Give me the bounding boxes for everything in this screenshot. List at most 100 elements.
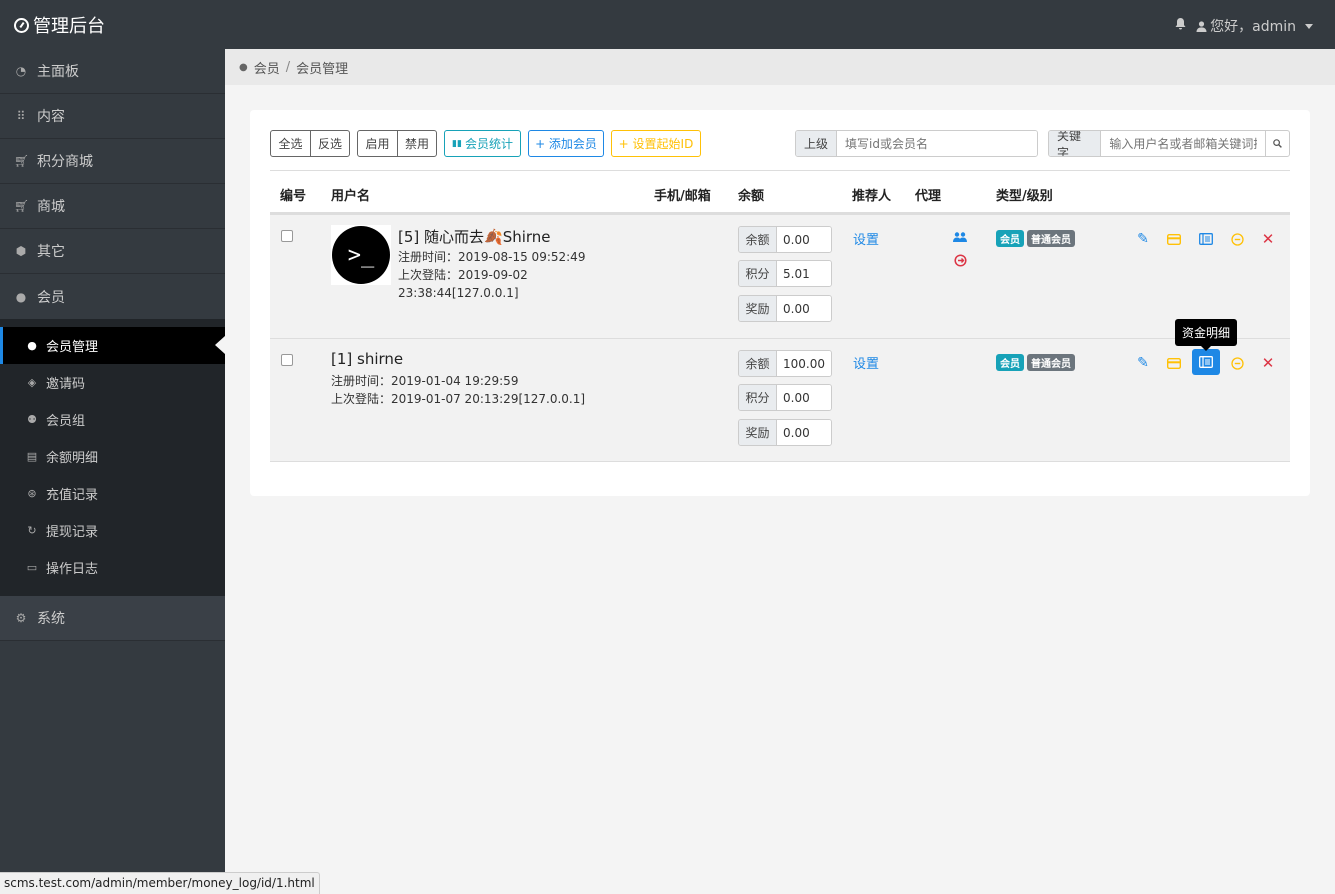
disable-button[interactable]: 禁用 [397, 130, 437, 157]
parent-filter-group: 上级 [795, 130, 1038, 157]
breadcrumb-separator: / [285, 59, 291, 75]
top-navbar: 管理后台 您好，admin [0, 0, 1335, 49]
sidebar-item-label: 系统 [37, 611, 65, 627]
money-log-button[interactable] [1192, 227, 1220, 251]
tooltip-money-log: 资金明细 [1175, 319, 1238, 351]
sidebar-item-dashboard[interactable]: ◔ 主面板 [0, 49, 225, 94]
points-field: 积分 0.00 [738, 384, 832, 411]
enable-button[interactable]: 启用 [357, 130, 398, 157]
sidebar-item-points-mall[interactable]: 🛒︎ 积分商城 [0, 139, 225, 184]
edit-button[interactable]: ✎ [1129, 227, 1157, 251]
sidebar-item-content[interactable]: ⠿ 内容 [0, 94, 225, 139]
cart-icon: 🛒︎ [14, 199, 30, 213]
person-icon [1196, 20, 1207, 32]
sidebar-subitem-recharge[interactable]: ⊛ 充值记录 [0, 475, 225, 512]
member-stats-label: 会员统计 [464, 137, 513, 151]
sidebar-item-label: 主面板 [37, 64, 79, 80]
col-contact: 手机/邮箱 [654, 189, 711, 204]
col-referrer: 推荐人 [852, 189, 892, 204]
set-referrer-link[interactable]: 设置 [853, 353, 879, 372]
col-balance: 余额 [738, 189, 765, 204]
bar-chart-icon: ▮▮ [452, 138, 462, 149]
delete-button[interactable]: ✕ [1254, 351, 1282, 375]
breadcrumb: ● 会员 / 会员管理 [225, 49, 1335, 85]
chevron-down-icon [1305, 23, 1313, 29]
sidebar-item-member[interactable]: ● 会员 [0, 274, 225, 319]
type-badge: 会员 [996, 230, 1024, 247]
col-agent: 代理 [915, 189, 942, 204]
card-button[interactable] [1160, 227, 1188, 251]
sidebar-item-label: 操作日志 [46, 562, 99, 577]
type-badge: 会员 [996, 354, 1024, 371]
member-list-card: 全选 反选 启用 禁用 ▮▮ 会员统计 + 添加会员 + 设置起始ID 上级 关… [250, 110, 1310, 496]
col-id: 编号 [280, 189, 307, 204]
ledger-icon: ▤ [26, 450, 38, 463]
add-member-button[interactable]: + 添加会员 [528, 130, 604, 157]
sidebar-item-label: 邀请码 [46, 377, 86, 392]
member-meta: 注册时间：2019-08-15 09:52:49 上次登陆：2019-09-02… [398, 248, 585, 302]
table-header: 编号 用户名 手机/邮箱 余额 推荐人 代理 类型/级别 [270, 170, 1290, 214]
sidebar: ◔ 主面板 ⠿ 内容 🛒︎ 积分商城 🛒︎ 商城 ⬢ 其它 ● 会员 ● 会员管… [0, 49, 225, 894]
member-stats-button[interactable]: ▮▮ 会员统计 [444, 130, 521, 157]
edit-button[interactable]: ✎ [1129, 351, 1157, 375]
row-checkbox[interactable] [281, 354, 293, 366]
parent-filter-input[interactable] [837, 131, 1037, 156]
sidebar-item-label: 会员组 [46, 414, 86, 429]
member-meta: 注册时间：2019-01-04 19:29:59 上次登陆：2019-01-07… [331, 372, 585, 408]
sidebar-subitem-invite-code[interactable]: ◈ 邀请码 [0, 364, 225, 401]
tag-icon: ◈ [27, 376, 37, 389]
keyword-search-input[interactable] [1101, 131, 1266, 156]
breadcrumb-parent[interactable]: 会员 [254, 58, 280, 77]
select-all-button[interactable]: 全选 [270, 130, 311, 157]
sidebar-subitem-member-group[interactable]: ⚉ 会员组 [0, 401, 225, 438]
clipboard-icon: ▭ [26, 561, 38, 574]
person-icon: ● [15, 289, 27, 304]
recharge-icon: ⊛ [27, 487, 37, 500]
sidebar-subitem-balance-detail[interactable]: ▤ 余额明细 [0, 438, 225, 475]
sidebar-subitem-member-management[interactable]: ● 会员管理 [0, 327, 225, 364]
balance-field: 余额 0.00 [738, 226, 832, 253]
user-menu[interactable]: 您好，admin [1196, 16, 1313, 36]
money-log-button[interactable] [1192, 349, 1220, 375]
sidebar-subitem-operation-log[interactable]: ▭ 操作日志 [0, 549, 225, 586]
sidebar-item-label: 其它 [37, 244, 65, 260]
sidebar-item-system[interactable]: ⚙ 系统 [0, 596, 225, 641]
dashboard-icon: ◔ [15, 64, 27, 78]
credit-card-icon [1167, 233, 1181, 245]
card-button[interactable] [1160, 351, 1188, 375]
withdraw-icon: ↻ [27, 524, 37, 537]
sidebar-item-label: 内容 [37, 109, 65, 125]
set-referrer-link[interactable]: 设置 [853, 229, 879, 248]
person-icon: ● [239, 61, 248, 73]
level-badge: 普通会员 [1027, 354, 1075, 371]
credit-card-icon [1167, 357, 1181, 369]
delete-button[interactable]: ✕ [1254, 227, 1282, 251]
table-row: >_ [5] 随心而去🍂Shirne 注册时间：2019-08-15 09:52… [270, 214, 1290, 338]
type-badges: 会员 普通会员 [996, 230, 1078, 247]
brand[interactable]: 管理后台 [14, 12, 105, 38]
invert-select-button[interactable]: 反选 [310, 130, 350, 157]
agent-group-icon[interactable] [953, 231, 967, 246]
cart-icon: 🛒︎ [14, 154, 30, 168]
sidebar-item-shop[interactable]: 🛒︎ 商城 [0, 184, 225, 229]
gear-icon: ⚙ [15, 611, 27, 625]
points-field: 积分 5.01 [738, 260, 832, 287]
row-checkbox[interactable] [281, 230, 293, 242]
keyword-search-group: 关键字 [1048, 130, 1290, 157]
cancel-agent-icon[interactable] [954, 254, 967, 271]
sidebar-item-other[interactable]: ⬢ 其它 [0, 229, 225, 274]
sidebar-item-label: 会员 [37, 289, 65, 306]
ledger-icon [1199, 356, 1213, 368]
bell-icon[interactable] [1175, 18, 1186, 34]
sidebar-subitem-withdraw[interactable]: ↻ 提现记录 [0, 512, 225, 549]
member-submenu: ● 会员管理 ◈ 邀请码 ⚉ 会员组 ▤ 余额明细 ⊛ 充值记录 ↻ 提现记录 … [0, 319, 225, 596]
minus-circle-icon [1230, 356, 1244, 370]
last-login: 上次登陆：2019-09-02 [398, 268, 528, 282]
disable-member-button[interactable] [1223, 351, 1251, 375]
reward-field: 奖励 0.00 [738, 419, 832, 446]
search-icon [1273, 139, 1283, 148]
keyword-label: 关键字 [1049, 131, 1102, 156]
search-button[interactable] [1265, 131, 1289, 156]
disable-member-button[interactable] [1223, 227, 1251, 251]
set-start-id-button[interactable]: + 设置起始ID [611, 130, 701, 157]
